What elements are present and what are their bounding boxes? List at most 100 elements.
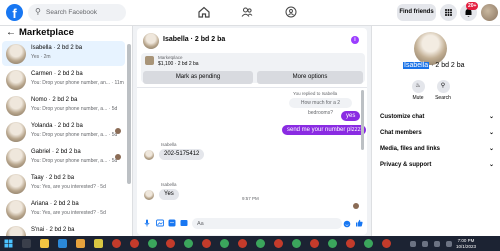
conversation-item[interactable]: Isabella · 2 bd 2 ba Yes · 2m <box>2 41 125 66</box>
back-arrow-icon[interactable]: ← <box>6 26 16 39</box>
message-input[interactable] <box>192 218 342 229</box>
chrome-icon[interactable] <box>256 239 265 248</box>
chrome-icon[interactable] <box>292 239 301 248</box>
chrome-icon[interactable] <box>310 239 319 248</box>
chrome-icon[interactable] <box>382 239 391 248</box>
conversation-item[interactable]: Carmen · 2 bd 2 ba You: Drop your phone … <box>2 67 125 92</box>
chrome-icon[interactable] <box>166 239 175 248</box>
sticker-icon[interactable] <box>168 219 176 227</box>
app-icon[interactable] <box>76 239 85 248</box>
sender-name: Isabella <box>161 142 177 147</box>
tray-chevron-icon[interactable] <box>410 241 416 247</box>
windows-start-icon[interactable] <box>4 239 13 248</box>
facebook-logo[interactable]: f <box>6 4 23 21</box>
image-icon[interactable] <box>156 219 164 227</box>
chrome-icon[interactable] <box>238 239 247 248</box>
outgoing-message: yes <box>341 111 361 121</box>
conversation-snippet: You: Yes, are you interested? · 5d <box>31 210 106 216</box>
chrome-icon[interactable] <box>112 239 121 248</box>
conversation-name: Ariana · 2 bd 2 ba <box>31 201 79 207</box>
conversation-name: S'nai · 2 bd 2 ba <box>31 227 75 233</box>
file-explorer-icon[interactable] <box>40 239 49 248</box>
conversation-name: Yolanda · 2 bd 2 ba <box>31 123 83 129</box>
privacy-support-section[interactable]: Privacy & support ⌄ <box>380 159 494 171</box>
scrollbar[interactable] <box>127 44 131 184</box>
system-clock[interactable]: 7:00 PM 10/1/2023 <box>456 238 476 249</box>
chevron-down-icon: ⌄ <box>488 114 494 120</box>
search-taskbar-icon[interactable] <box>22 239 31 248</box>
listing-thumbnail <box>6 226 26 236</box>
profile-avatar[interactable] <box>414 32 447 65</box>
conversation-name: Taay · 2 bd 2 ba <box>31 175 75 181</box>
mute-label: Mute <box>412 95 424 101</box>
menu-grid-icon[interactable] <box>440 4 457 21</box>
conversation-name: Carmen · 2 bd 2 ba <box>31 71 83 77</box>
marketplace-title: Marketplace <box>19 27 74 38</box>
conversation-name: Gabriel · 2 bd 2 ba <box>31 149 81 155</box>
mark-as-pending-button[interactable]: Mark as pending <box>143 71 253 84</box>
friends-icon[interactable] <box>241 6 253 18</box>
find-friends-button[interactable]: Find friends <box>397 4 436 21</box>
chrome-icon[interactable] <box>346 239 355 248</box>
bell-icon: ♨ <box>411 80 425 93</box>
chrome-icon[interactable] <box>274 239 283 248</box>
like-icon[interactable] <box>355 219 363 227</box>
conversation-item[interactable]: S'nai · 2 bd 2 ba <box>2 223 125 236</box>
listing-thumbnail <box>6 200 26 220</box>
home-icon[interactable] <box>198 6 210 18</box>
chrome-icon[interactable] <box>148 239 157 248</box>
scrollbar[interactable] <box>361 90 364 150</box>
search-input[interactable] <box>46 6 122 19</box>
mute-button[interactable]: ♨ Mute <box>410 80 426 101</box>
conversation-item[interactable]: Nomo · 2 bd 2 ba You: Drop your phone nu… <box>2 93 125 118</box>
app-icon[interactable] <box>94 239 103 248</box>
chrome-icon[interactable] <box>364 239 373 248</box>
volume-icon[interactable] <box>434 241 440 247</box>
marketplace-header: ← Marketplace <box>0 26 132 39</box>
microphone-icon[interactable] <box>143 219 151 227</box>
search-box[interactable]: ⚲ <box>28 4 126 21</box>
listing-thumbnail <box>6 174 26 194</box>
chat-avatar[interactable] <box>143 33 159 49</box>
chrome-icon[interactable] <box>220 239 229 248</box>
emoji-icon[interactable] <box>343 220 351 228</box>
info-icon[interactable]: i <box>351 36 359 44</box>
search-button[interactable]: ⚲ Search <box>435 80 451 101</box>
incoming-message: Yes <box>159 189 179 200</box>
seen-avatar <box>115 154 121 160</box>
conversation-item[interactable]: Ariana · 2 bd 2 ba You: Yes, are you int… <box>2 197 125 222</box>
section-label: Chat members <box>380 130 422 136</box>
conversation-item[interactable]: Taay · 2 bd 2 ba You: Yes, are you inter… <box>2 171 125 196</box>
sender-name: Isabella <box>161 182 177 187</box>
top-navigation-bar: f ⚲ Find friends 20+ <box>0 0 500 26</box>
chat-title[interactable]: Isabella · 2 bd 2 ba <box>163 36 225 43</box>
media-files-links-section[interactable]: Media, files and links ⌄ <box>380 143 494 155</box>
windows-taskbar: 7:00 PM 10/1/2023 <box>0 236 500 251</box>
conversation-snippet: You: Drop your phone number, a... · 5d <box>31 158 118 164</box>
conversation-item[interactable]: Yolanda · 2 bd 2 ba You: Drop your phone… <box>2 119 125 144</box>
listing-price: $1,100 · 2 bd 2 ba <box>158 61 199 67</box>
listing-thumbnail <box>6 44 26 64</box>
edge-icon[interactable] <box>58 239 67 248</box>
chrome-icon[interactable] <box>328 239 337 248</box>
incoming-message: 202-5175412 <box>159 149 205 160</box>
battery-icon[interactable] <box>446 241 452 247</box>
listing-thumbnail <box>6 122 26 142</box>
chat-members-section[interactable]: Chat members ⌄ <box>380 127 494 139</box>
chrome-icon[interactable] <box>130 239 139 248</box>
account-avatar[interactable] <box>481 4 498 21</box>
listing-thumbnail <box>6 148 26 168</box>
search-icon: ⚲ <box>436 80 450 93</box>
chrome-icon[interactable] <box>184 239 193 248</box>
customize-chat-section[interactable]: Customize chat ⌄ <box>380 111 494 123</box>
conversation-snippet: You: Drop your phone number, a... · 5d <box>31 132 118 138</box>
conversation-snippet: Yes · 2m <box>31 54 51 60</box>
marketplace-panel: ← Marketplace Isabella · 2 bd 2 ba Yes ·… <box>0 26 133 236</box>
chrome-icon[interactable] <box>202 239 211 248</box>
more-options-button[interactable]: More options <box>257 71 363 84</box>
conversation-name: Isabella · 2 bd 2 ba <box>31 45 83 51</box>
conversation-item[interactable]: Gabriel · 2 bd 2 ba You: Drop your phone… <box>2 145 125 170</box>
gif-icon[interactable] <box>180 219 188 227</box>
groups-icon[interactable] <box>285 6 297 18</box>
wifi-icon[interactable] <box>422 241 428 247</box>
